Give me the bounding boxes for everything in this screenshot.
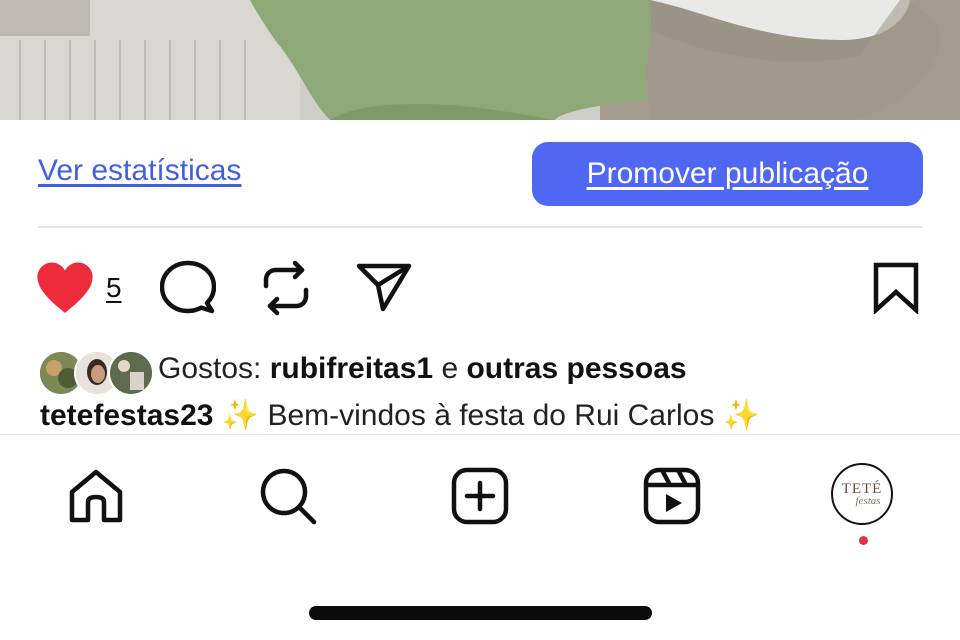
notification-dot (859, 536, 868, 545)
like-count[interactable]: 5 (106, 272, 122, 304)
comment-icon (160, 260, 216, 314)
likes-summary[interactable]: Gostos: rubifreitas1 e outras pessoas (158, 352, 687, 386)
repost-button[interactable] (261, 259, 311, 317)
caption-username[interactable]: tetefestas23 (40, 399, 213, 432)
bookmark-icon (873, 262, 919, 314)
avatar (108, 350, 154, 396)
reels-icon (643, 467, 701, 525)
comment-button[interactable] (160, 260, 216, 316)
like-button[interactable] (35, 261, 95, 315)
heart-icon (37, 262, 93, 313)
post-caption: tetefestas23 ✨ Bem-vindos à festa do Rui… (40, 398, 760, 433)
promote-post-label: Promover publicação (586, 157, 869, 190)
liked-by-avatars[interactable] (38, 350, 154, 396)
home-icon (69, 469, 123, 523)
save-button[interactable] (873, 262, 919, 314)
nav-reels[interactable] (642, 466, 702, 526)
share-button[interactable] (356, 262, 412, 312)
nav-search[interactable] (258, 466, 318, 526)
promote-post-button[interactable]: Promover publicação (532, 142, 923, 206)
home-indicator[interactable] (309, 606, 652, 620)
nav-divider (0, 434, 960, 435)
nav-home[interactable] (66, 466, 126, 526)
nav-create[interactable] (450, 466, 510, 526)
section-divider (38, 226, 923, 228)
likes-others[interactable]: outras pessoas (466, 352, 686, 385)
repost-icon (263, 260, 309, 316)
likes-prefix: Gostos: (158, 352, 270, 385)
profile-logo-subtext: festas (855, 495, 881, 507)
search-icon (260, 468, 317, 525)
post-image[interactable] (0, 0, 960, 120)
nav-profile-avatar[interactable]: TETÉ festas (831, 463, 893, 525)
view-insights-link[interactable]: Ver estatísticas (38, 154, 241, 188)
caption-text: ✨ Bem-vindos à festa do Rui Carlos ✨ (213, 399, 761, 432)
likes-connector: e (433, 352, 467, 385)
create-icon (451, 467, 509, 525)
profile-logo-text: TETÉ (841, 481, 883, 497)
share-icon (356, 263, 412, 312)
liker-username[interactable]: rubifreitas1 (270, 352, 433, 385)
